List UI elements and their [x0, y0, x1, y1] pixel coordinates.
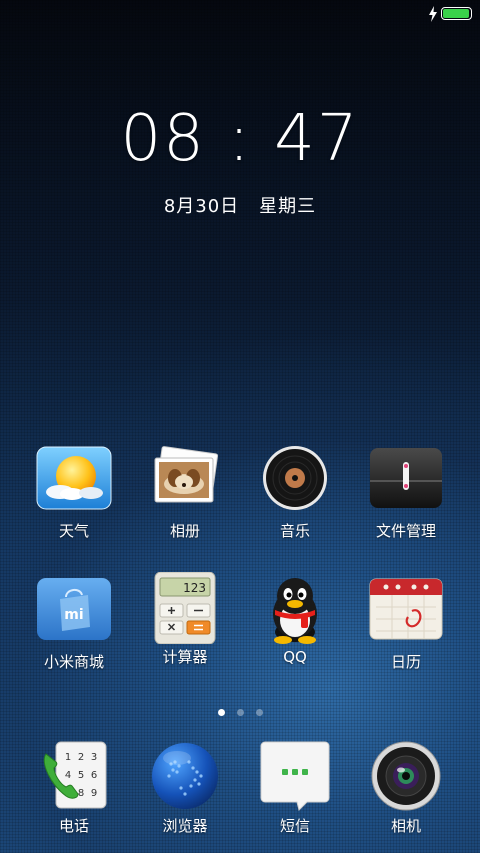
phone-icon: 1 2 3 4 5 6 7 8 9: [43, 741, 107, 809]
status-bar: [0, 0, 480, 28]
date-label: 8月30日: [163, 196, 240, 217]
app-weather[interactable]: 天气: [19, 446, 129, 541]
qq-icon: [273, 578, 317, 644]
messages-icon: [260, 741, 330, 811]
svg-text:mi: mi: [64, 607, 83, 623]
dock-messages[interactable]: 短信: [240, 740, 350, 836]
app-calendar[interactable]: 日历: [351, 577, 461, 672]
page-indicator: [0, 701, 480, 720]
app-label: 相册: [169, 522, 200, 540]
battery-icon: [441, 7, 472, 20]
charging-bolt-icon: [429, 6, 437, 22]
app-qq[interactable]: QQ: [240, 574, 350, 666]
camera-icon: [371, 741, 441, 811]
app-mi-store[interactable]: mi 小米商城: [19, 577, 129, 672]
browser-icon: [152, 743, 218, 809]
app-calculator[interactable]: 123 计算器: [130, 571, 240, 667]
app-label: 计算器: [162, 648, 208, 666]
page-dot-3[interactable]: [255, 709, 263, 716]
phone-key: 3: [91, 752, 97, 763]
app-label: 浏览器: [162, 817, 208, 835]
dock-browser[interactable]: 浏览器: [130, 740, 240, 836]
gallery-icon: [154, 446, 219, 503]
app-label: 日历: [390, 653, 421, 671]
app-label: 文件管理: [375, 522, 436, 540]
app-music[interactable]: 音乐: [240, 446, 350, 541]
phone-key: 8: [78, 788, 84, 799]
dock-phone[interactable]: 1 2 3 4 5 6 7 8 9 电话: [19, 740, 129, 836]
phone-key: 5: [78, 770, 84, 781]
app-gallery[interactable]: 相册: [130, 446, 240, 541]
weather-icon: [36, 446, 112, 510]
phone-key: 4: [65, 770, 71, 781]
app-label: QQ: [283, 648, 307, 666]
phone-key: 9: [91, 788, 97, 799]
page-dot-2[interactable]: [236, 709, 244, 716]
app-label: 天气: [58, 522, 89, 540]
dock-camera[interactable]: 相机: [351, 740, 461, 836]
app-label: 电话: [58, 817, 89, 835]
calculator-icon: 123: [154, 571, 216, 645]
app-label: 相机: [390, 817, 421, 835]
phone-key: 6: [91, 770, 97, 781]
app-label: 小米商城: [43, 653, 104, 671]
weekday-label: 星期三: [259, 196, 317, 217]
music-icon: [263, 446, 327, 510]
calculator-display: 123: [183, 581, 206, 595]
app-file-manager[interactable]: 文件管理: [351, 446, 461, 541]
app-label: 短信: [279, 817, 310, 835]
page-dot-1[interactable]: [217, 709, 225, 716]
mi-store-icon: mi: [37, 578, 111, 640]
phone-key: 2: [78, 752, 84, 763]
clock-date[interactable]: 8月30日 星期三: [0, 192, 480, 218]
calendar-icon: [369, 578, 443, 640]
app-label: 音乐: [279, 522, 310, 540]
file-manager-icon: [370, 448, 442, 508]
clock-time[interactable]: 08 : 47: [0, 102, 480, 176]
phone-key: 1: [65, 752, 71, 763]
battery-level-fill: [443, 9, 469, 18]
